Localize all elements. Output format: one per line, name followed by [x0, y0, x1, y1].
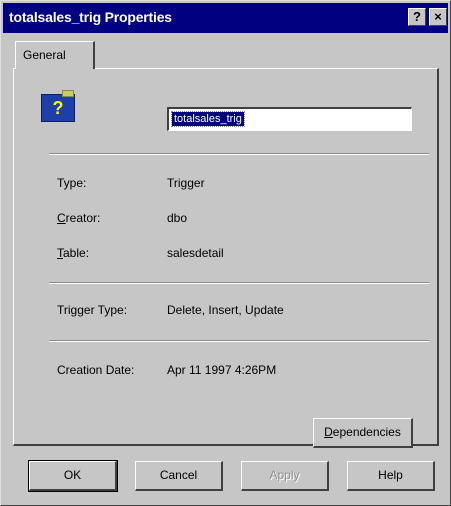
- icon-folder-tab: [62, 90, 74, 97]
- object-name-field[interactable]: totalsales_trig: [167, 107, 412, 131]
- table-label-rest: able:: [63, 246, 90, 260]
- creator-label-accel: C: [57, 211, 66, 225]
- creator-value: dbo: [167, 211, 188, 225]
- separator: [49, 340, 429, 342]
- dependencies-accel: D: [324, 425, 333, 439]
- apply-label: Apply: [269, 468, 300, 482]
- creation-date-label: Creation Date:: [57, 363, 135, 377]
- close-button[interactable]: ×: [429, 8, 447, 26]
- ok-label: OK: [63, 468, 82, 482]
- question-mark-glyph: ?: [52, 98, 64, 118]
- separator: [49, 282, 429, 284]
- table-value: salesdetail: [167, 246, 224, 260]
- object-name-text: totalsales_trig: [171, 111, 245, 127]
- help-button[interactable]: Help: [347, 461, 435, 491]
- close-icon: ×: [434, 9, 442, 24]
- type-label: Type:: [57, 176, 87, 190]
- creation-date-value: Apr 11 1997 4:26PM: [167, 363, 277, 377]
- table-label: Table:: [57, 246, 89, 260]
- trigger-type-value: Delete, Insert, Update: [167, 303, 284, 317]
- title-bar[interactable]: totalsales_trig Properties ? ×: [3, 3, 448, 33]
- help-label: Help: [378, 468, 403, 482]
- trigger-type-label: Trigger Type:: [57, 303, 128, 317]
- window-title: totalsales_trig Properties: [9, 9, 172, 25]
- tab-general-label: General: [23, 48, 66, 62]
- creator-label-rest: reator:: [65, 211, 101, 225]
- question-icon: ?: [413, 9, 421, 24]
- separator: [49, 153, 429, 155]
- dependencies-label: ependencies: [332, 425, 401, 439]
- dependencies-button[interactable]: Dependencies: [313, 418, 413, 448]
- properties-dialog: totalsales_trig Properties ? × General ?…: [0, 0, 451, 506]
- creator-label: Creator:: [57, 211, 100, 225]
- help-question-button[interactable]: ?: [408, 8, 426, 26]
- cancel-label: Cancel: [159, 468, 198, 482]
- ok-button[interactable]: OK: [28, 460, 118, 492]
- cancel-button[interactable]: Cancel: [135, 461, 223, 491]
- type-value: Trigger: [167, 176, 205, 190]
- trigger-object-icon: ?: [41, 90, 75, 122]
- apply-button[interactable]: Apply: [241, 461, 329, 491]
- tab-general[interactable]: General: [15, 41, 95, 69]
